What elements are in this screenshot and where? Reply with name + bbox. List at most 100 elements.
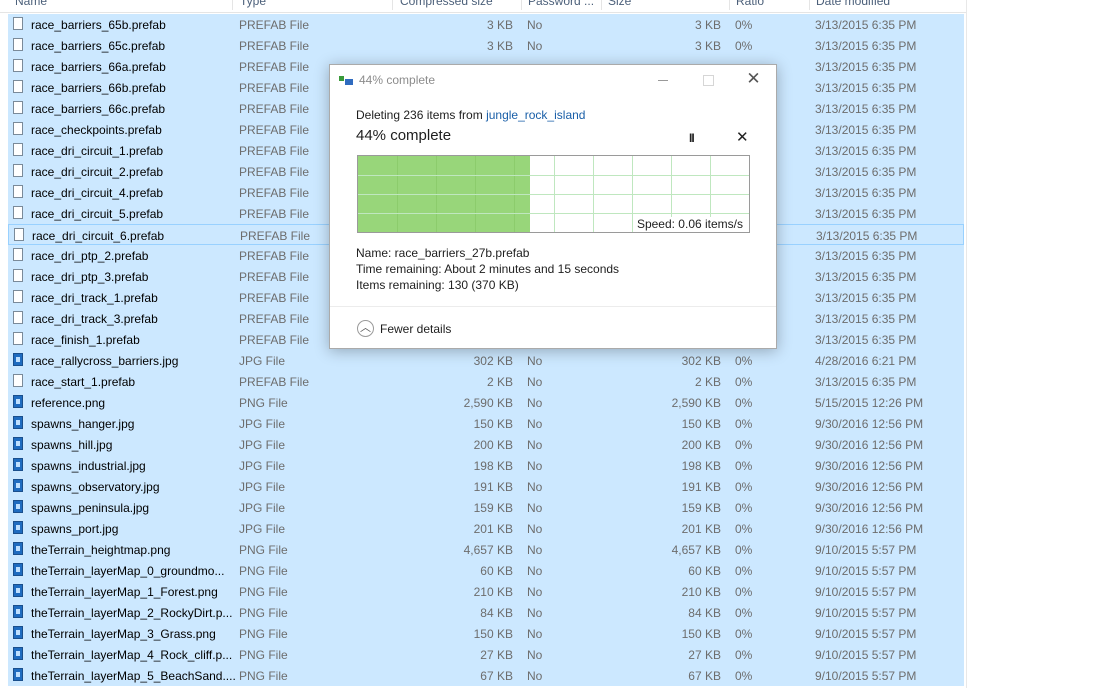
- compressed-size: 3 KB: [486, 39, 513, 53]
- deleting-prefix: Deleting 236 items from: [356, 108, 487, 122]
- compression-ratio: 0%: [735, 543, 753, 557]
- compressed-size: 159 KB: [473, 501, 513, 515]
- file-name: spawns_hill.jpg: [31, 438, 113, 452]
- maximize-button[interactable]: [686, 65, 731, 95]
- dialog-titlebar[interactable]: 44% complete ✕: [330, 65, 776, 95]
- table-row[interactable]: spawns_observatory.jpg JPG File 191 KB No 19…: [8, 476, 964, 497]
- file-size: 27 KB: [688, 648, 721, 662]
- table-row[interactable]: race_barriers_65c.prefab PREFAB File 3 KB N…: [8, 35, 964, 56]
- file-name: theTerrain_layerMap_0_groundmo...: [31, 564, 225, 578]
- compressed-size: 150 KB: [473, 417, 513, 431]
- table-row[interactable]: theTerrain_layerMap_3_Grass.png PNG File 1…: [8, 623, 964, 644]
- compressed-size: 67 KB: [480, 669, 513, 683]
- compression-ratio: 0%: [735, 522, 753, 536]
- file-type: JPG File: [239, 417, 286, 431]
- column-name[interactable]: Name: [15, 0, 47, 8]
- file-size: 3 KB: [694, 18, 721, 32]
- table-row[interactable]: spawns_hanger.jpg JPG File 150 KB No 150 KB 0…: [8, 413, 964, 434]
- compression-ratio: 0%: [735, 564, 753, 578]
- date-modified: 3/13/2015 6:35 PM: [815, 102, 917, 116]
- table-row[interactable]: spawns_hill.jpg JPG File 200 KB No 200 KB 0% 9…: [8, 434, 964, 455]
- file-type: PNG File: [239, 627, 288, 641]
- dialog-title: 44% complete: [359, 73, 436, 87]
- compressed-size: 2,590 KB: [463, 396, 513, 410]
- file-type: PNG File: [239, 648, 288, 662]
- close-button[interactable]: ✕: [731, 65, 776, 95]
- date-modified: 9/10/2015 5:57 PM: [815, 564, 917, 578]
- date-modified: 3/13/2015 6:35 PM: [815, 60, 917, 74]
- file-type: PNG File: [239, 564, 288, 578]
- image-icon: [13, 563, 23, 576]
- date-modified: 5/15/2015 12:26 PM: [815, 396, 924, 410]
- items-remaining: Items remaining: 130 (370 KB): [356, 278, 519, 292]
- date-modified: 9/30/2016 12:56 PM: [815, 438, 924, 452]
- file-type: PREFAB File: [239, 249, 310, 263]
- table-row[interactable]: race_start_1.prefab PREFAB File 2 KB No 2 KB…: [8, 371, 964, 392]
- column-compressed-size[interactable]: Compressed size: [400, 0, 493, 8]
- password-protected: No: [527, 438, 543, 452]
- compression-ratio: 0%: [735, 438, 753, 452]
- file-name: race_barriers_66a.prefab: [31, 60, 166, 74]
- compression-ratio: 0%: [735, 375, 753, 389]
- pause-button[interactable]: II: [689, 131, 695, 145]
- compression-ratio: 0%: [735, 459, 753, 473]
- column-ratio[interactable]: Ratio: [736, 0, 764, 8]
- table-row[interactable]: theTerrain_layerMap_5_BeachSand.... PNG F…: [8, 665, 964, 686]
- table-row[interactable]: spawns_peninsula.jpg JPG File 159 KB No 159 …: [8, 497, 964, 518]
- compressed-size: 210 KB: [473, 585, 513, 599]
- file-name: race_dri_circuit_6.prefab: [32, 229, 165, 243]
- file-icon: [13, 59, 23, 72]
- file-size: 198 KB: [681, 459, 721, 473]
- table-row[interactable]: spawns_industrial.jpg JPG File 198 KB No 198…: [8, 455, 964, 476]
- compressed-size: 200 KB: [473, 438, 513, 452]
- file-icon: [13, 290, 23, 303]
- deleting-summary: Deleting 236 items from jungle_rock_isla…: [356, 108, 585, 122]
- compression-ratio: 0%: [735, 501, 753, 515]
- file-name: race_barriers_65b.prefab: [31, 18, 166, 32]
- password-protected: No: [527, 585, 543, 599]
- file-name: race_dri_track_1.prefab: [31, 291, 158, 305]
- table-row[interactable]: theTerrain_layerMap_4_Rock_cliff.p... PNG…: [8, 644, 964, 665]
- table-row[interactable]: theTerrain_layerMap_0_groundmo... PNG Fil…: [8, 560, 964, 581]
- password-protected: No: [527, 627, 543, 641]
- table-row[interactable]: race_barriers_65b.prefab PREFAB File 3 KB N…: [8, 14, 964, 35]
- file-size: 191 KB: [681, 480, 721, 494]
- file-size: 67 KB: [688, 669, 721, 683]
- table-row[interactable]: theTerrain_layerMap_2_RockyDirt.p... PNG …: [8, 602, 964, 623]
- file-icon: [13, 248, 23, 261]
- compression-ratio: 0%: [735, 18, 753, 32]
- grid-line: [358, 213, 749, 214]
- file-size: 3 KB: [694, 39, 721, 53]
- file-size: 159 KB: [681, 501, 721, 515]
- table-row[interactable]: spawns_port.jpg JPG File 201 KB No 201 KB 0% 9…: [8, 518, 964, 539]
- table-row[interactable]: theTerrain_layerMap_1_Forest.png PNG File…: [8, 581, 964, 602]
- source-folder-link[interactable]: jungle_rock_island: [486, 108, 585, 122]
- file-type: PREFAB File: [239, 144, 310, 158]
- file-size: 150 KB: [681, 627, 721, 641]
- column-date-modified[interactable]: Date modified: [816, 0, 890, 8]
- compression-ratio: 0%: [735, 669, 753, 683]
- column-type[interactable]: Type: [240, 0, 266, 8]
- file-type: PREFAB File: [240, 229, 311, 243]
- table-row[interactable]: reference.png PNG File 2,590 KB No 2,590 KB 0…: [8, 392, 964, 413]
- table-row[interactable]: theTerrain_heightmap.png PNG File 4,657 KB…: [8, 539, 964, 560]
- fewer-details-button[interactable]: Fewer details: [380, 322, 451, 336]
- minimize-button[interactable]: [640, 65, 685, 95]
- password-protected: No: [527, 522, 543, 536]
- chevron-up-icon[interactable]: ︿: [357, 320, 374, 337]
- file-icon: [14, 228, 24, 241]
- file-name: theTerrain_heightmap.png: [31, 543, 171, 557]
- file-name: race_dri_circuit_5.prefab: [31, 207, 164, 221]
- date-modified: 3/13/2015 6:35 PM: [815, 144, 917, 158]
- file-name: race_dri_ptp_2.prefab: [31, 249, 149, 263]
- column-password[interactable]: Password ...: [528, 0, 594, 8]
- file-size: 2,590 KB: [671, 396, 721, 410]
- table-row[interactable]: race_rallycross_barriers.jpg JPG File 302 …: [8, 350, 964, 371]
- image-icon: [13, 626, 23, 639]
- file-name: race_dri_circuit_1.prefab: [31, 144, 164, 158]
- compressed-size: 60 KB: [480, 564, 513, 578]
- column-size[interactable]: Size: [608, 0, 631, 8]
- cancel-button[interactable]: ✕: [736, 128, 749, 146]
- date-modified: 3/13/2015 6:35 PM: [815, 312, 917, 326]
- minimize-icon: [657, 79, 668, 81]
